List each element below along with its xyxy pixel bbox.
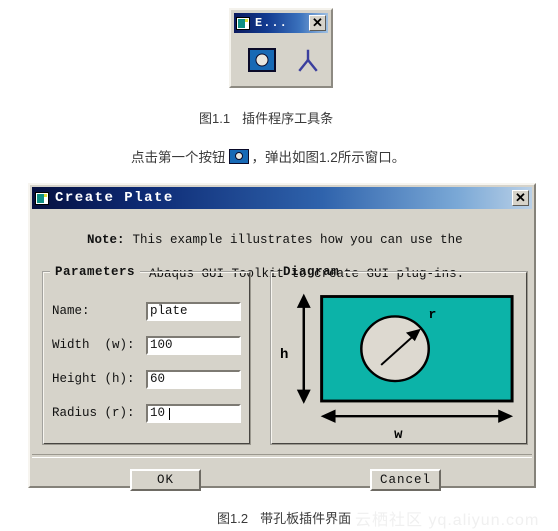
parameter-row-name: Name: plate (52, 301, 241, 321)
dialog-separator (32, 454, 532, 458)
instruction-text: 点击第一个按钮 ，弹出如图1.2所示窗口。 (131, 146, 405, 166)
figure-1-1-text: 插件程序工具条 (242, 111, 334, 126)
height-label: Height (h): (52, 372, 135, 386)
dialog-titlebar[interactable]: Create Plate ✕ (32, 187, 532, 209)
parameter-row-width: Width (w): 100 (52, 335, 241, 355)
toolbar-titlebar[interactable]: E... ✕ (234, 13, 328, 33)
parameter-row-radius: Radius (r): 10 (52, 403, 241, 423)
plugin-app-icon (236, 16, 250, 30)
plugin-app-icon (35, 191, 49, 205)
close-icon[interactable]: ✕ (309, 15, 326, 31)
create-plate-tool-button[interactable] (248, 48, 276, 72)
radius-input[interactable]: 10 (146, 403, 241, 423)
parameters-legend: Parameters (55, 265, 136, 279)
note-line-1: This example illustrates how you can use… (132, 233, 463, 247)
plate-diagram: h w r (276, 287, 522, 443)
diagram-radius-label: r (428, 307, 437, 322)
dialog-body: Note: This example illustrates how you ca… (32, 209, 532, 491)
parameter-row-height: Height (h): 60 (52, 369, 241, 389)
figure-1-1-number: 图1.1 (199, 111, 231, 126)
plugin-toolbar-window: E... ✕ (229, 8, 333, 88)
figure-1-2-number: 图1.2 (217, 511, 249, 526)
name-input[interactable]: plate (146, 301, 241, 321)
radius-label: Radius (r): (52, 406, 135, 420)
figure-1-2-text: 带孔板插件界面 (260, 511, 352, 526)
create-plate-dialog: Create Plate ✕ Note: This example illustr… (28, 183, 536, 491)
toolbar-window-title: E... (255, 16, 288, 30)
diagram-height-label: h (280, 347, 289, 363)
cancel-button[interactable]: Cancel (370, 469, 441, 491)
person-icon[interactable] (295, 48, 321, 72)
dialog-title: Create Plate (55, 190, 174, 206)
figure-1-1-caption: 图1.1 插件程序工具条 (199, 108, 333, 127)
parameters-groupbox: Parameters Name: plate Width (w): 100 He… (42, 265, 251, 445)
plate-with-hole-icon (228, 148, 249, 164)
diagram-groupbox: Diagram h w r (270, 265, 528, 445)
figure-1-2-caption: 图1.2 带孔板插件界面 (217, 508, 351, 527)
watermark: 云栖社区 yq.aliyun.com (355, 512, 540, 529)
toolbar-button-strip (234, 37, 328, 83)
diagram-width-label: w (394, 427, 403, 443)
note-label: Note: (87, 233, 125, 247)
ok-button[interactable]: OK (130, 469, 201, 491)
height-input[interactable]: 60 (146, 369, 241, 389)
width-label: Width (w): (52, 338, 135, 352)
instruction-before-icon: 点击第一个按钮 (131, 150, 226, 165)
width-input[interactable]: 100 (146, 335, 241, 355)
close-icon[interactable]: ✕ (512, 190, 529, 206)
name-label: Name: (52, 304, 90, 318)
instruction-after-icon: ，弹出如图1.2所示窗口。 (251, 150, 406, 165)
diagram-legend: Diagram (283, 265, 340, 279)
